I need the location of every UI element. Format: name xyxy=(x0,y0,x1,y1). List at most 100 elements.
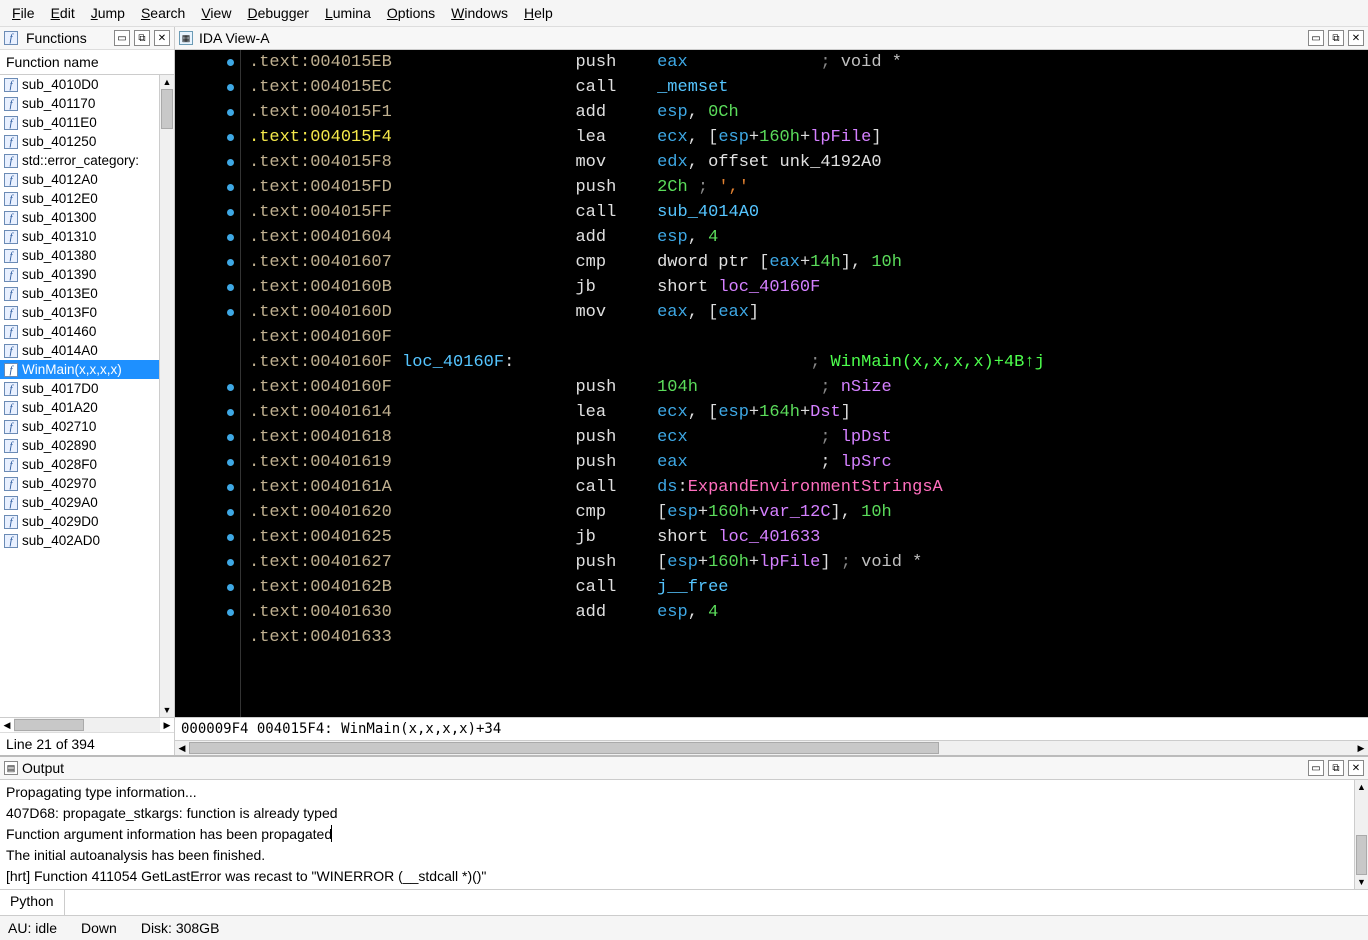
panel-dock-icon[interactable]: ⧉ xyxy=(1328,30,1344,46)
disasm-text[interactable]: .text:004015EB push eax ; void *.text:00… xyxy=(241,50,1368,717)
panel-dock-icon[interactable]: ⧉ xyxy=(134,30,150,46)
functions-column-header[interactable]: Function name xyxy=(0,50,174,75)
breakpoint-dot[interactable] xyxy=(227,59,234,66)
disasm-line[interactable]: .text:0040160F loc_40160F: ; WinMain(x,x… xyxy=(249,350,1368,375)
breakpoint-dot[interactable] xyxy=(227,284,234,291)
function-row[interactable]: fWinMain(x,x,x,x) xyxy=(0,360,159,379)
breakpoint-dot[interactable] xyxy=(227,134,234,141)
breakpoint-dot[interactable] xyxy=(227,409,234,416)
disasm-line[interactable]: .text:004015FF call sub_4014A0 xyxy=(249,200,1368,225)
scroll-right-icon[interactable]: ▶ xyxy=(1354,741,1368,755)
function-row[interactable]: fsub_401380 xyxy=(0,246,159,265)
panel-close-icon[interactable]: ✕ xyxy=(154,30,170,46)
disasm-line[interactable]: .text:004015EB push eax ; void * xyxy=(249,50,1368,75)
menu-search[interactable]: Search xyxy=(133,2,193,24)
disasm-line[interactable]: .text:004015F4 lea ecx, [esp+160h+lpFile… xyxy=(249,125,1368,150)
menu-windows[interactable]: Windows xyxy=(443,2,516,24)
disasm-line[interactable]: .text:00401604 add esp, 4 xyxy=(249,225,1368,250)
function-row[interactable]: fsub_402890 xyxy=(0,436,159,455)
disasm-line[interactable]: .text:0040160B jb short loc_40160F xyxy=(249,275,1368,300)
breakpoint-dot[interactable] xyxy=(227,309,234,316)
disasm-line[interactable]: .text:00401607 cmp dword ptr [eax+14h], … xyxy=(249,250,1368,275)
function-row[interactable]: fstd::error_category: xyxy=(0,151,159,170)
scroll-down-icon[interactable]: ▼ xyxy=(160,703,174,717)
disasm-hscroll[interactable]: ◀ ▶ xyxy=(175,740,1368,755)
function-row[interactable]: fsub_402970 xyxy=(0,474,159,493)
panel-restore-icon[interactable]: ▭ xyxy=(1308,760,1324,776)
output-text[interactable]: Propagating type information...407D68: p… xyxy=(0,780,1354,889)
disasm-line[interactable]: .text:004015F1 add esp, 0Ch xyxy=(249,100,1368,125)
menu-debugger[interactable]: Debugger xyxy=(239,2,317,24)
disasm-line[interactable]: .text:0040160F push 104h ; nSize xyxy=(249,375,1368,400)
python-input[interactable] xyxy=(65,890,1368,915)
function-row[interactable]: fsub_401A20 xyxy=(0,398,159,417)
function-row[interactable]: fsub_4014A0 xyxy=(0,341,159,360)
breakpoint-dot[interactable] xyxy=(227,459,234,466)
scroll-up-icon[interactable]: ▲ xyxy=(160,75,174,89)
panel-restore-icon[interactable]: ▭ xyxy=(1308,30,1324,46)
menu-help[interactable]: Help xyxy=(516,2,561,24)
function-row[interactable]: fsub_4012A0 xyxy=(0,170,159,189)
panel-restore-icon[interactable]: ▭ xyxy=(114,30,130,46)
breakpoint-dot[interactable] xyxy=(227,209,234,216)
function-row[interactable]: fsub_4029A0 xyxy=(0,493,159,512)
disasm-line[interactable]: .text:0040162B call j__free xyxy=(249,575,1368,600)
breakpoint-dot[interactable] xyxy=(227,559,234,566)
function-row[interactable]: fsub_4029D0 xyxy=(0,512,159,531)
functions-list[interactable]: fsub_4010D0fsub_401170fsub_4011E0fsub_40… xyxy=(0,75,159,717)
disasm-line[interactable]: .text:00401625 jb short loc_401633 xyxy=(249,525,1368,550)
disasm-line[interactable]: .text:0040160F xyxy=(249,325,1368,350)
panel-dock-icon[interactable]: ⧉ xyxy=(1328,760,1344,776)
scroll-thumb[interactable] xyxy=(161,89,173,129)
python-button[interactable]: Python xyxy=(0,890,65,915)
function-row[interactable]: fsub_401310 xyxy=(0,227,159,246)
breakpoint-dot[interactable] xyxy=(227,534,234,541)
function-row[interactable]: fsub_401460 xyxy=(0,322,159,341)
menu-edit[interactable]: Edit xyxy=(43,2,83,24)
scroll-up-icon[interactable]: ▲ xyxy=(1355,780,1368,794)
function-row[interactable]: fsub_4012E0 xyxy=(0,189,159,208)
disasm-line[interactable]: .text:00401619 push eax ; lpSrc xyxy=(249,450,1368,475)
scroll-left-icon[interactable]: ◀ xyxy=(175,741,189,755)
breakpoint-dot[interactable] xyxy=(227,509,234,516)
breakpoint-dot[interactable] xyxy=(227,234,234,241)
function-row[interactable]: fsub_4011E0 xyxy=(0,113,159,132)
function-row[interactable]: fsub_4013F0 xyxy=(0,303,159,322)
scroll-down-icon[interactable]: ▼ xyxy=(1355,875,1368,889)
function-row[interactable]: fsub_4013E0 xyxy=(0,284,159,303)
menu-file[interactable]: File xyxy=(4,2,43,24)
function-row[interactable]: fsub_4010D0 xyxy=(0,75,159,94)
disasm-line[interactable]: .text:00401630 add esp, 4 xyxy=(249,600,1368,625)
scroll-left-icon[interactable]: ◀ xyxy=(0,718,14,732)
disassembly-view[interactable]: .text:004015EB push eax ; void *.text:00… xyxy=(175,50,1368,717)
function-row[interactable]: fsub_401390 xyxy=(0,265,159,284)
breakpoint-dot[interactable] xyxy=(227,84,234,91)
menu-options[interactable]: Options xyxy=(379,2,443,24)
disasm-line[interactable]: .text:004015FD push 2Ch ; ',' xyxy=(249,175,1368,200)
scroll-thumb[interactable] xyxy=(189,742,939,754)
output-vscroll[interactable]: ▲ ▼ xyxy=(1354,780,1368,889)
breakpoint-dot[interactable] xyxy=(227,609,234,616)
function-row[interactable]: fsub_401170 xyxy=(0,94,159,113)
panel-close-icon[interactable]: ✕ xyxy=(1348,760,1364,776)
breakpoint-dot[interactable] xyxy=(227,159,234,166)
breakpoint-dot[interactable] xyxy=(227,184,234,191)
disasm-line[interactable]: .text:00401627 push [esp+160h+lpFile] ; … xyxy=(249,550,1368,575)
menu-view[interactable]: View xyxy=(193,2,239,24)
breakpoint-dot[interactable] xyxy=(227,484,234,491)
menu-lumina[interactable]: Lumina xyxy=(317,2,379,24)
function-row[interactable]: fsub_401300 xyxy=(0,208,159,227)
breakpoint-dot[interactable] xyxy=(227,434,234,441)
disasm-line[interactable]: .text:004015EC call _memset xyxy=(249,75,1368,100)
disasm-line[interactable]: .text:00401633 xyxy=(249,625,1368,650)
breakpoint-dot[interactable] xyxy=(227,259,234,266)
breakpoint-dot[interactable] xyxy=(227,584,234,591)
function-row[interactable]: fsub_401250 xyxy=(0,132,159,151)
functions-hscroll[interactable]: ◀ ▶ xyxy=(0,717,174,732)
function-row[interactable]: fsub_4028F0 xyxy=(0,455,159,474)
function-row[interactable]: fsub_402710 xyxy=(0,417,159,436)
breakpoint-dot[interactable] xyxy=(227,384,234,391)
disasm-line[interactable]: .text:004015F8 mov edx, offset unk_4192A… xyxy=(249,150,1368,175)
panel-close-icon[interactable]: ✕ xyxy=(1348,30,1364,46)
functions-vscroll[interactable]: ▲ ▼ xyxy=(159,75,174,717)
